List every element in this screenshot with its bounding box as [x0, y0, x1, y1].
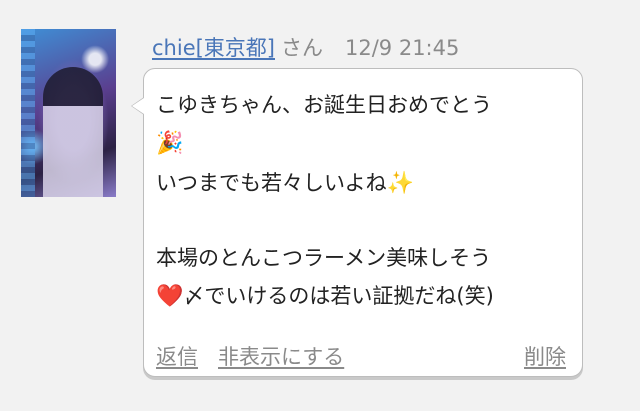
username-link[interactable]: chie[東京都]: [152, 32, 275, 62]
honorific: さん: [281, 36, 323, 60]
message-text-4: 〆でいけるのは若い証拠だね(笑): [183, 284, 494, 308]
avatar-figure: [43, 67, 103, 197]
heart-icon: ❤️: [156, 284, 184, 309]
message-text-2: いつまでも若々しいよね: [156, 171, 387, 195]
message-line-3: 本場のとんこつラーメン美味しそう: [156, 246, 492, 270]
avatar-stripe: [21, 29, 35, 197]
bubble-tail: [131, 97, 144, 115]
sparkles-icon: ✨: [386, 171, 414, 196]
timestamp: 12/9 21:45: [345, 36, 460, 60]
comment-header: chie[東京都] さん 12/9 21:45: [152, 32, 459, 62]
message-line-1: こゆきちゃん、お誕生日おめでとう: [156, 93, 492, 117]
reply-link[interactable]: 返信: [156, 341, 198, 371]
delete-link[interactable]: 削除: [524, 341, 566, 371]
message-line-4: ❤️〆でいけるのは若い証拠だね(笑): [156, 282, 494, 311]
comment-bubble: こゆきちゃん、お誕生日おめでとう 🎉 いつまでも若々しいよね✨ 本場のとんこつラ…: [131, 68, 583, 377]
user-avatar[interactable]: [21, 29, 116, 197]
hide-link[interactable]: 非表示にする: [218, 341, 344, 371]
party-popper-icon: 🎉: [156, 131, 184, 156]
message-line-party: 🎉: [156, 129, 183, 158]
message-line-2: いつまでも若々しいよね✨: [156, 169, 414, 198]
comment-actions: 返信 非表示にする 削除: [156, 341, 566, 369]
